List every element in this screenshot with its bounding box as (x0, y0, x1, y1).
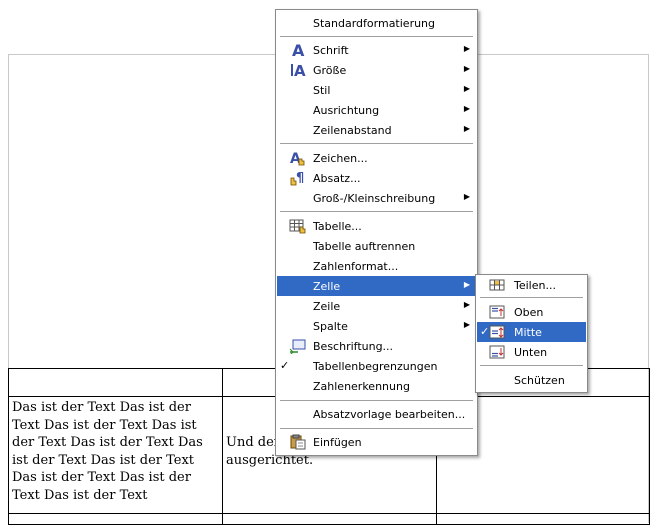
menu-item-ausrichtung[interactable]: Ausrichtung ▶ (277, 100, 476, 120)
menu-item-einfuegen[interactable]: Einfügen (277, 432, 476, 452)
menu-item-zelle[interactable]: Zelle ▶ (277, 276, 476, 296)
menu-item-standardformatierung[interactable]: Standardformatierung (277, 13, 476, 33)
align-top-icon (489, 305, 507, 321)
submenu-item-oben[interactable]: Oben (477, 302, 586, 322)
character-icon: A (289, 150, 307, 167)
menu-item-absatzvorlage[interactable]: Absatzvorlage bearbeiten... (277, 404, 476, 424)
submenu-arrow-icon: ▶ (463, 300, 470, 309)
menu-item-zeile[interactable]: Zeile ▶ (277, 296, 476, 316)
paragraph-icon: ¶ (289, 170, 307, 186)
menu-item-zeichen[interactable]: A Zeichen... (277, 148, 476, 168)
checkmark-icon: ✓ (280, 359, 290, 372)
context-menu: Standardformatierung A Schrift ▶ A Größe… (275, 9, 478, 456)
checkmark-icon: ✓ (480, 325, 490, 338)
menu-item-gross-klein[interactable]: Groß-/Kleinschreibung ▶ (277, 188, 476, 208)
svg-text:¶: ¶ (296, 171, 304, 186)
cell-text: Das ist der Text Das ist der Text Das is… (12, 400, 203, 503)
menu-item-tabellenbegrenzungen[interactable]: ✓ Tabellenbegrenzungen (277, 356, 476, 376)
table-cell[interactable] (8, 368, 223, 397)
menu-item-stil[interactable]: Stil ▶ (277, 80, 476, 100)
menu-item-spalte[interactable]: Spalte ▶ (277, 316, 476, 336)
submenu-arrow-icon: ▶ (463, 192, 470, 201)
submenu-item-unten[interactable]: Unten (477, 342, 586, 362)
caption-icon (289, 338, 307, 356)
menu-item-tabelle[interactable]: Tabelle... (277, 216, 476, 236)
cell-submenu: Teilen... Oben ✓ Mitte Unten Schützen (475, 274, 588, 393)
submenu-arrow-icon: ▶ (463, 280, 470, 289)
svg-text:A: A (292, 42, 305, 58)
paste-icon (289, 434, 307, 450)
menu-separator (280, 143, 473, 144)
submenu-arrow-icon: ▶ (463, 64, 470, 73)
menu-separator (280, 36, 473, 37)
submenu-item-teilen[interactable]: Teilen... (477, 275, 586, 295)
menu-item-tabelle-auftrennen[interactable]: Tabelle auftrennen (277, 236, 476, 256)
submenu-arrow-icon: ▶ (463, 104, 470, 113)
menu-item-schrift[interactable]: A Schrift ▶ (277, 40, 476, 60)
align-middle-icon (489, 325, 507, 341)
menu-separator (480, 297, 583, 298)
align-bottom-icon (489, 345, 507, 361)
menu-separator (480, 365, 583, 366)
font-size-icon: A (289, 62, 307, 80)
menu-separator (280, 428, 473, 429)
menu-item-zeilenabstand[interactable]: Zeilenabstand ▶ (277, 120, 476, 140)
submenu-arrow-icon: ▶ (463, 320, 470, 329)
submenu-arrow-icon: ▶ (463, 44, 470, 53)
menu-item-absatz[interactable]: ¶ Absatz... (277, 168, 476, 188)
table-cell[interactable]: Das ist der Text Das ist der Text Das is… (8, 396, 223, 514)
split-cells-icon (489, 278, 507, 294)
menu-separator (280, 400, 473, 401)
menu-separator (280, 211, 473, 212)
submenu-arrow-icon: ▶ (463, 124, 470, 133)
svg-text:A: A (294, 62, 306, 78)
menu-item-groesse[interactable]: A Größe ▶ (277, 60, 476, 80)
table-icon (289, 218, 307, 234)
submenu-item-schuetzen[interactable]: Schützen (477, 370, 586, 390)
submenu-item-mitte[interactable]: ✓ Mitte (477, 322, 586, 342)
menu-item-zahlenerkennung[interactable]: Zahlenerkennung (277, 376, 476, 396)
menu-item-zahlenformat[interactable]: Zahlenformat... (277, 256, 476, 276)
menu-item-beschriftung[interactable]: Beschriftung... (277, 336, 476, 356)
font-icon: A (289, 41, 307, 60)
submenu-arrow-icon: ▶ (463, 84, 470, 93)
